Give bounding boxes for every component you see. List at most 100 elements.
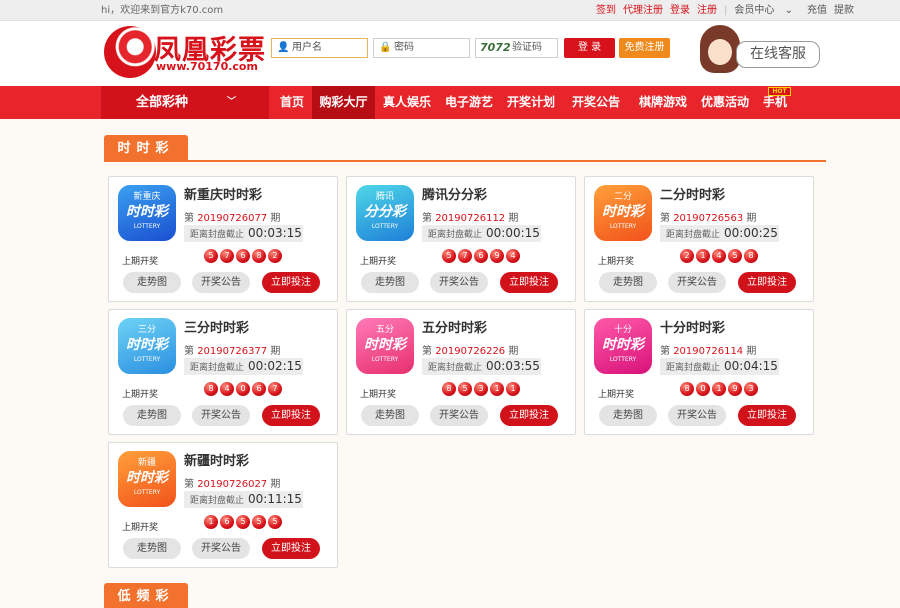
announcement-button[interactable]: 开奖公告	[192, 272, 250, 293]
announcement-button[interactable]: 开奖公告	[192, 538, 250, 559]
member-center-label: 会员中心	[734, 5, 775, 16]
nav-promotions[interactable]: 优惠活动	[696, 86, 754, 119]
result-ball: 8	[442, 382, 456, 396]
result-ball: 7	[268, 382, 282, 396]
issue-prefix: 第	[184, 479, 194, 490]
lottery-icon[interactable]: 新重庆 时时彩 LOTTERY	[118, 185, 176, 241]
issue-number: 第 20190726226 期	[422, 342, 518, 357]
section-divider	[104, 160, 826, 162]
lottery-name[interactable]: 三分时时彩	[184, 317, 249, 336]
captcha-image[interactable]: 7072	[480, 39, 511, 57]
username-input[interactable]: 👤 用户名	[271, 38, 368, 58]
countdown-label: 距离封盘截止	[666, 363, 721, 373]
icon-top-text: 十分	[613, 325, 632, 335]
result-ball: 1	[490, 382, 504, 396]
last-draw-label: 上期开奖	[598, 257, 635, 267]
section-tab-lowfreq[interactable]: 低频彩	[104, 583, 188, 608]
trend-button[interactable]: 走势图	[123, 538, 181, 559]
bet-now-button[interactable]: 立即投注	[262, 538, 320, 559]
announcement-button[interactable]: 开奖公告	[192, 405, 250, 426]
captcha-input[interactable]: 7072 验证码	[475, 38, 558, 58]
all-games-dropdown[interactable]: 全部彩种 ﹀	[101, 86, 269, 119]
countdown-time: 00:04:15	[724, 359, 778, 373]
announcement-button[interactable]: 开奖公告	[430, 272, 488, 293]
bet-now-button[interactable]: 立即投注	[500, 405, 558, 426]
trend-button[interactable]: 走势图	[123, 272, 181, 293]
issue-number: 第 20190726112 期	[422, 209, 518, 224]
announcement-button[interactable]: 开奖公告	[668, 405, 726, 426]
nav-lottery-hall[interactable]: 购彩大厅	[312, 86, 375, 119]
last-draw-balls: 80193	[680, 382, 760, 396]
countdown-label: 距离封盘截止	[190, 496, 245, 506]
lottery-name[interactable]: 新疆时时彩	[184, 450, 249, 469]
username-placeholder: 用户名	[292, 42, 322, 53]
issue-prefix: 第	[422, 213, 432, 224]
nav-card-games[interactable]: 棋牌游戏	[634, 86, 692, 119]
logo[interactable]: 凤凰彩票 www.70170.com	[104, 24, 265, 80]
login-button[interactable]: 登 录	[564, 38, 615, 58]
agent-register-link[interactable]: 代理注册	[623, 0, 663, 21]
countdown-time: 00:00:15	[486, 226, 540, 240]
lottery-name[interactable]: 二分时时彩	[660, 184, 725, 203]
result-ball: 5	[442, 249, 456, 263]
trend-button[interactable]: 走势图	[599, 405, 657, 426]
lottery-icon[interactable]: 三分 时时彩 LOTTERY	[118, 318, 176, 374]
withdraw-link[interactable]: 提款	[834, 0, 854, 21]
lottery-icon[interactable]: 五分 时时彩 LOTTERY	[356, 318, 414, 374]
free-register-button[interactable]: 免费注册	[619, 38, 670, 58]
issue-prefix: 第	[422, 346, 432, 357]
password-input[interactable]: 🔒 密码	[373, 38, 470, 58]
result-ball: 6	[236, 249, 250, 263]
section-tab-ssc[interactable]: 时时彩	[104, 135, 188, 162]
bet-now-button[interactable]: 立即投注	[500, 272, 558, 293]
nav-live-casino[interactable]: 真人娱乐	[377, 86, 437, 119]
lottery-name[interactable]: 新重庆时时彩	[184, 184, 262, 203]
phoenix-logo-icon	[104, 26, 156, 78]
bet-now-button[interactable]: 立即投注	[738, 405, 796, 426]
last-draw-balls: 85311	[442, 382, 522, 396]
nav-draw-announcement[interactable]: 开奖公告	[567, 86, 625, 119]
lottery-icon[interactable]: 十分 时时彩 LOTTERY	[594, 318, 652, 374]
main-nav: 全部彩种 ﹀ 首页 购彩大厅 真人娱乐 电子游艺 开奖计划 开奖公告 棋牌游戏 …	[0, 86, 900, 119]
trend-button[interactable]: 走势图	[361, 405, 419, 426]
nav-electronic-games[interactable]: 电子游艺	[440, 86, 498, 119]
result-ball: 4	[220, 382, 234, 396]
nav-draw-plan[interactable]: 开奖计划	[502, 86, 560, 119]
member-center-link[interactable]: 会员中心 ⌄	[734, 0, 800, 21]
bet-now-button[interactable]: 立即投注	[262, 405, 320, 426]
last-draw-label: 上期开奖	[360, 390, 397, 400]
lottery-name[interactable]: 十分时时彩	[660, 317, 725, 336]
countdown-label: 距离封盘截止	[190, 363, 245, 373]
customer-service[interactable]: 在线客服	[696, 21, 824, 79]
agent-avatar	[700, 25, 740, 73]
last-draw-balls: 57694	[442, 249, 522, 263]
last-draw-label: 上期开奖	[122, 523, 159, 533]
bet-now-button[interactable]: 立即投注	[738, 272, 796, 293]
lottery-icon[interactable]: 二分 时时彩 LOTTERY	[594, 185, 652, 241]
bet-now-button[interactable]: 立即投注	[262, 272, 320, 293]
recharge-link[interactable]: 充值	[807, 0, 827, 21]
last-draw-balls: 57682	[204, 249, 284, 263]
trend-button[interactable]: 走势图	[123, 405, 181, 426]
nav-home[interactable]: 首页	[273, 86, 311, 119]
last-draw-label: 上期开奖	[122, 390, 159, 400]
header: 凤凰彩票 www.70170.com 👤 用户名 🔒 密码 7072 验证码 登…	[0, 21, 900, 86]
announcement-button[interactable]: 开奖公告	[430, 405, 488, 426]
issue-suffix: 期	[508, 346, 519, 357]
result-ball: 8	[204, 382, 218, 396]
lottery-name[interactable]: 五分时时彩	[422, 317, 487, 336]
trend-button[interactable]: 走势图	[599, 272, 657, 293]
announcement-button[interactable]: 开奖公告	[668, 272, 726, 293]
issue-suffix: 期	[746, 213, 757, 224]
issue-suffix: 期	[508, 213, 519, 224]
login-link[interactable]: 登录	[670, 0, 690, 21]
register-link[interactable]: 注册	[697, 0, 717, 21]
trend-button[interactable]: 走势图	[361, 272, 419, 293]
lottery-icon[interactable]: 腾讯 分分彩 LOTTERY	[356, 185, 414, 241]
icon-main-text: 时时彩	[364, 337, 406, 353]
signin-link[interactable]: 签到	[596, 0, 616, 21]
lottery-name[interactable]: 腾讯分分彩	[422, 184, 487, 203]
icon-top-text: 腾讯	[375, 192, 394, 202]
lottery-icon[interactable]: 新疆 时时彩 LOTTERY	[118, 451, 176, 507]
issue-value: 20190726027	[197, 479, 268, 490]
